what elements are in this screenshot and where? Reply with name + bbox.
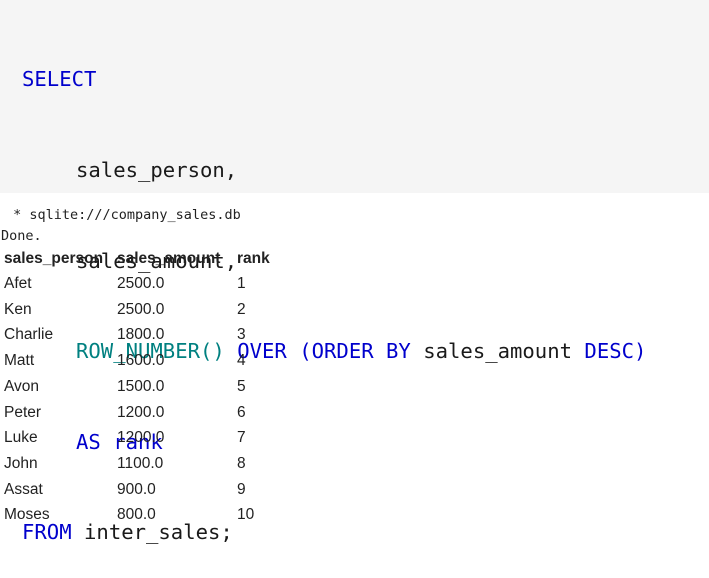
code-line-col1: sales_person,	[22, 155, 709, 185]
cell-sales-amount: 1500.0	[117, 377, 165, 395]
cell-rank: 6	[237, 403, 246, 421]
header-sales-amount: sales_amount	[117, 250, 221, 267]
cell-rank: 3	[237, 326, 246, 344]
query-output: * sqlite:///company_sales.db Done. sales…	[0, 205, 709, 528]
cell-rank: 2	[237, 300, 246, 318]
sql-code-cell[interactable]: SELECT sales_person, sales_amount, ROW_N…	[0, 0, 709, 544]
cell-sales-person: Peter	[4, 403, 42, 421]
cell-rank: 9	[237, 480, 246, 498]
cell-sales-person: Moses	[4, 506, 50, 524]
cell-rank: 4	[237, 352, 246, 370]
code-line-select: SELECT	[22, 64, 709, 94]
cell-sales-person: John	[4, 454, 38, 472]
result-table: sales_person sales_amount rank Afet 2500…	[4, 247, 287, 528]
table-row: Assat 900.0 9	[4, 477, 287, 503]
keyword-select: SELECT	[22, 67, 97, 92]
header-sales-person: sales_person	[4, 250, 104, 267]
cell-sales-person: Assat	[4, 480, 43, 498]
cell-sales-amount: 2500.0	[117, 300, 165, 318]
cell-sales-person: Charlie	[4, 326, 54, 344]
table-row: John 1100.0 8	[4, 451, 287, 477]
cell-sales-amount: 800.0	[117, 506, 156, 524]
table-row: Ken 2500.0 2	[4, 297, 287, 323]
status-message: Done.	[1, 228, 42, 244]
cell-rank: 5	[237, 377, 246, 395]
table-row: Moses 800.0 10	[4, 502, 287, 528]
cell-sales-person: Afet	[4, 275, 32, 292]
table-row: Peter 1200.0 6	[4, 400, 287, 426]
cell-sales-person: Avon	[4, 377, 40, 395]
table-row: Matt 1600.0 4	[4, 348, 287, 374]
cell-sales-person: Ken	[4, 300, 32, 318]
cell-sales-person: Matt	[4, 352, 35, 370]
cell-sales-amount: 1200.0	[117, 429, 165, 447]
cell-rank: 1	[237, 275, 246, 292]
cell-rank: 7	[237, 429, 246, 447]
table-header-row: sales_person sales_amount rank	[4, 247, 287, 271]
header-rank: rank	[237, 250, 270, 267]
column-sales-person: sales_person,	[76, 158, 238, 182]
cell-rank: 8	[237, 454, 246, 472]
cell-sales-amount: 1800.0	[117, 326, 165, 344]
connection-string: * sqlite:///company_sales.db	[5, 207, 241, 223]
table-row: Avon 1500.0 5	[4, 374, 287, 400]
cell-rank: 10	[237, 506, 255, 524]
cell-sales-amount: 1600.0	[117, 352, 165, 370]
cell-sales-amount: 1200.0	[117, 403, 165, 421]
table-row: Luke 1200.0 7	[4, 425, 287, 451]
table-row: Charlie 1800.0 3	[4, 322, 287, 348]
table-row: Afet 2500.0 1	[4, 271, 287, 297]
cell-sales-amount: 2500.0	[117, 275, 165, 292]
cell-sales-amount: 900.0	[117, 480, 156, 498]
cell-sales-person: Luke	[4, 429, 38, 447]
cell-sales-amount: 1100.0	[117, 454, 164, 472]
